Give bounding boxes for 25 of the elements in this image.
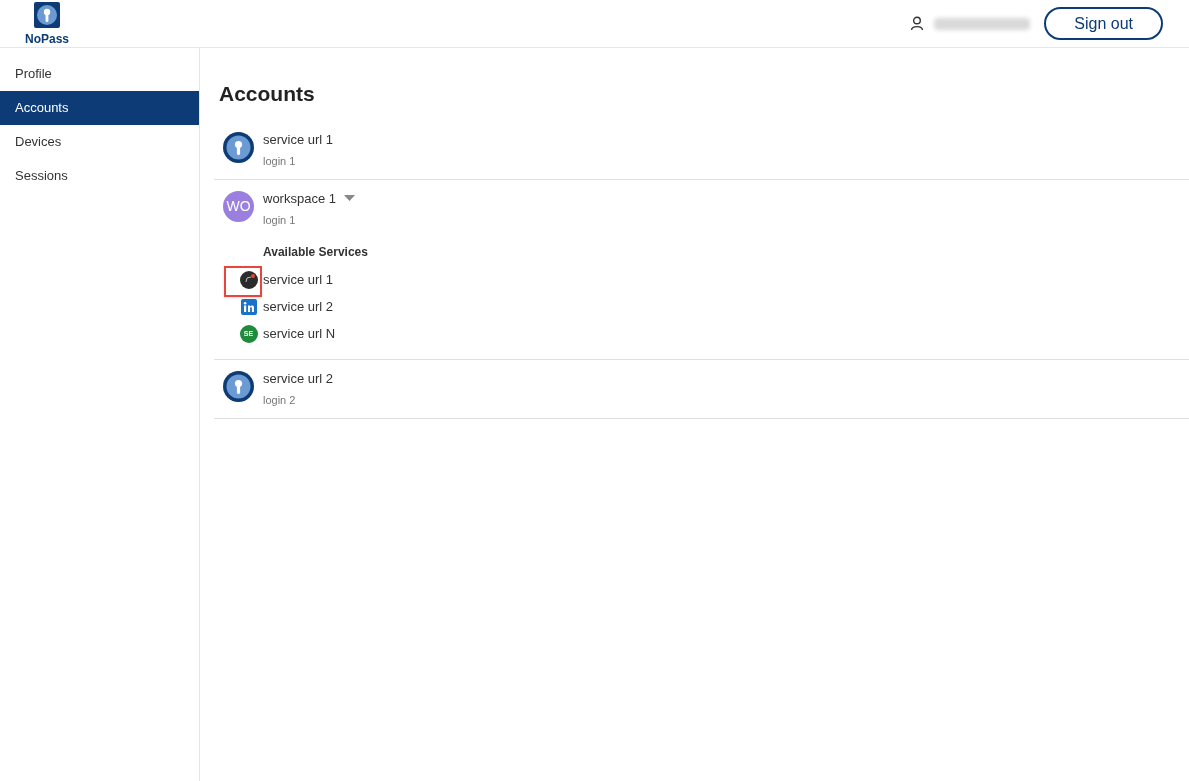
- service-link[interactable]: service url 1: [263, 270, 334, 290]
- caret-icon[interactable]: [344, 195, 355, 202]
- initials-avatar: WO: [223, 190, 254, 222]
- chat-logo-icon: [239, 271, 258, 289]
- sidebar-item[interactable]: Profile: [0, 57, 199, 91]
- sign-out-button[interactable]: Sign out: [1044, 7, 1163, 40]
- account-name: service url 2: [263, 369, 334, 388]
- sidebar-item[interactable]: Devices: [0, 125, 199, 159]
- user-icon: [910, 16, 925, 31]
- account-login: login 2: [263, 393, 297, 408]
- account-login: login 1: [263, 213, 297, 228]
- key-avatar-icon: [223, 131, 254, 163]
- page-title: Accounts: [219, 81, 316, 107]
- in-logo-icon: [240, 299, 257, 315]
- account-name: workspace 1: [263, 189, 336, 208]
- sidebar-item[interactable]: Sessions: [0, 159, 199, 193]
- service-link[interactable]: service url 2: [263, 297, 334, 317]
- logo-text: NoPass: [25, 30, 69, 48]
- services-heading: Available Services: [263, 243, 369, 261]
- service-link[interactable]: service url N: [263, 324, 336, 344]
- account-name: service url 1: [263, 130, 334, 149]
- sidebar-item[interactable]: Accounts: [0, 91, 199, 125]
- key-avatar-icon: [223, 370, 254, 402]
- logo-icon: [34, 1, 60, 28]
- account-login: login 1: [263, 154, 297, 169]
